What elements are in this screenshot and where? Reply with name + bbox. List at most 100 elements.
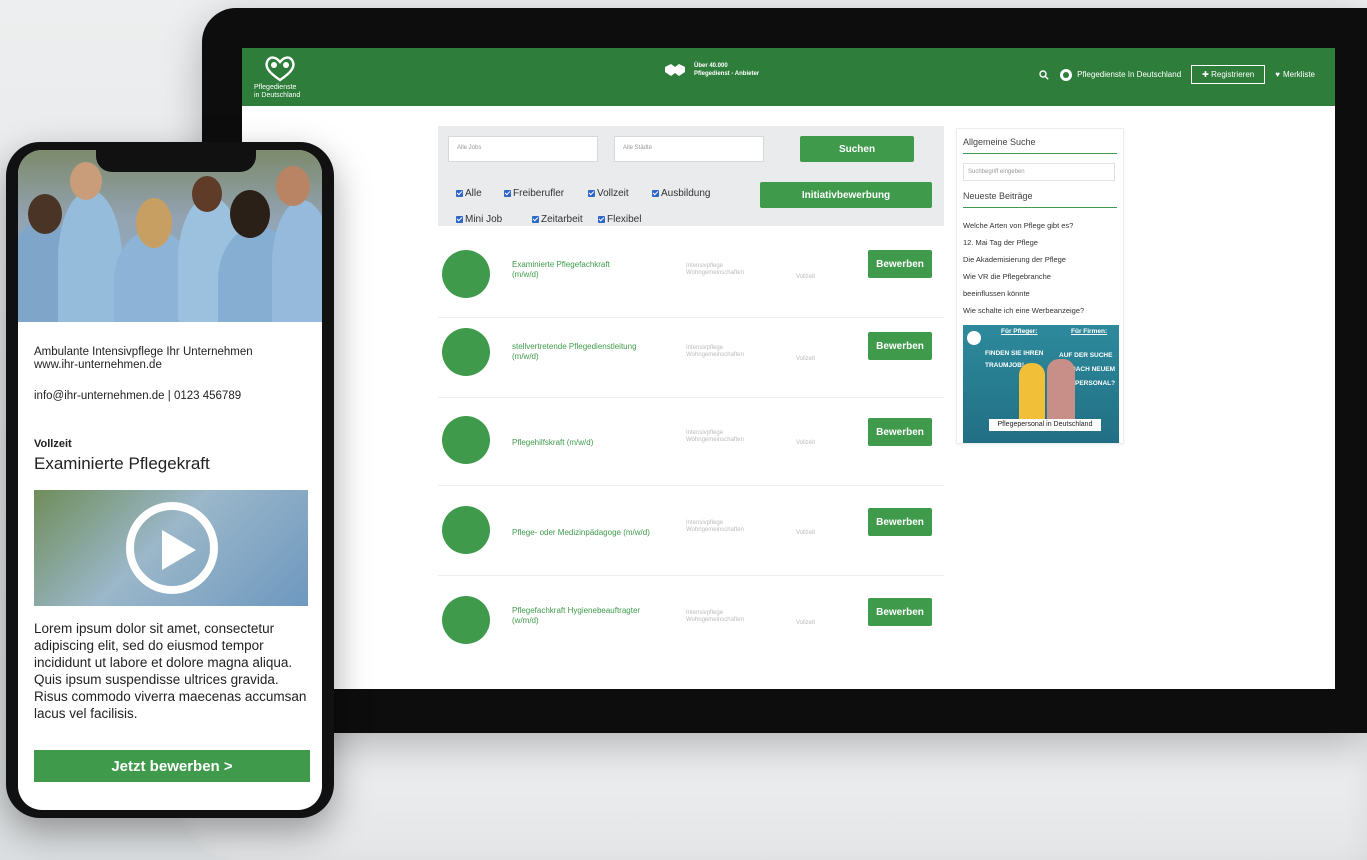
search-button[interactable]: Suchen (800, 136, 914, 162)
filter-label: Vollzeit (597, 188, 629, 199)
filter-ausbildung[interactable]: Ausbildung (652, 188, 710, 199)
logo-line1: Pflegedienste (254, 84, 297, 91)
job-title[interactable]: stellvertretende Pflegedienstleitung (512, 342, 637, 352)
watchlist-link[interactable]: ♥ Merkliste (1275, 70, 1315, 79)
job-category: Wohngemeinschaften (686, 617, 744, 623)
job-title-suffix: (m/w/d) (512, 270, 539, 279)
job-title[interactable]: Pflegehilfskraft (m/w/d) (512, 438, 593, 448)
phone-frame: Ambulante Intensivpflege Ihr Unternehmen… (6, 142, 334, 818)
job-category: Wohngemeinschaften (686, 527, 744, 533)
job-title-suffix: (m/w/d) (512, 352, 539, 361)
job-category: Intensivpflege (686, 345, 724, 351)
ad-right-text: PERSONAL? (1075, 380, 1116, 387)
job-avatar (442, 328, 490, 376)
filter-alle[interactable]: Alle (456, 188, 482, 199)
filter-minijob[interactable]: Mini Job (456, 214, 502, 225)
job-type-label: Vollzeit (34, 438, 72, 450)
job-title-heading: Examinierte Pflegekraft (34, 454, 210, 473)
site-logo[interactable]: Pflegedienste in Deutschland (254, 54, 324, 102)
jobs-input[interactable]: Alle Jobs (448, 136, 598, 162)
checkbox-icon (588, 190, 595, 197)
sidebar-search-input[interactable]: Suchbegriff eingeben (963, 163, 1115, 181)
checkbox-icon (598, 216, 605, 223)
advertisement-banner[interactable]: Für Pfleger: Für Firmen: FINDEN SIE IHRE… (963, 325, 1119, 443)
job-description: Lorem ipsum dolor sit amet, consectetur … (34, 621, 307, 721)
job-row[interactable]: Examinierte Pflegefachkraft (m/w/d) Inte… (438, 238, 944, 318)
brand-link[interactable]: Pflegedienste In Deutschland (1077, 70, 1181, 79)
filter-zeitarbeit[interactable]: Zeitarbeit (532, 214, 583, 225)
filter-label: Flexibel (607, 214, 642, 225)
job-row[interactable]: Pflege- oder Medizinpädagoge (m/w/d) Int… (438, 496, 944, 576)
heart-hands-icon (265, 56, 295, 82)
hero-image (18, 150, 322, 322)
center-line1: Über 40.000 (694, 63, 728, 69)
filter-flexibel[interactable]: Flexibel (598, 214, 641, 225)
apply-button[interactable]: Bewerben (868, 418, 932, 446)
checkbox-icon (456, 190, 463, 197)
checkbox-icon (652, 190, 659, 197)
sidebar: Allgemeine Suche Suchbegriff eingeben Ne… (956, 128, 1124, 444)
search-icon[interactable] (1039, 69, 1049, 80)
handshake-icon (665, 64, 685, 76)
job-title[interactable]: Pflege- oder Medizinpädagoge (m/w/d) (512, 528, 650, 538)
apply-button[interactable]: Bewerben (868, 508, 932, 536)
job-avatar (442, 506, 490, 554)
job-category: Intensivpflege (686, 610, 724, 616)
post-link[interactable]: Wie VR die Pflegebranche (963, 272, 1051, 281)
filter-label: Ausbildung (661, 188, 711, 199)
post-link[interactable]: Wie schalte ich eine Werbeanzeige? (963, 306, 1084, 315)
checkbox-icon (504, 190, 511, 197)
job-category: Intensivpflege (686, 263, 724, 269)
ad-right-text: NACH NEUEM (1071, 366, 1116, 373)
center-line2: Pflegedienst - Anbieter (694, 71, 760, 77)
register-button[interactable]: ✚ Registrieren (1191, 65, 1266, 84)
divider (963, 153, 1117, 154)
apply-button[interactable]: Bewerben (868, 598, 932, 626)
filter-vollzeit[interactable]: Vollzeit (588, 188, 629, 199)
monitor-chin (202, 690, 1367, 733)
ad-left-text: TRAUMJOB! (985, 362, 1024, 369)
job-avatar (442, 250, 490, 298)
job-title[interactable]: Pflegefachkraft Hygienebeauftragter (512, 606, 640, 616)
post-link[interactable]: Die Akademisierung der Pflege (963, 255, 1066, 264)
filter-freiberufler[interactable]: Freiberufler (504, 188, 564, 199)
ad-for-companies: Für Firmen: (1071, 328, 1108, 335)
general-search-heading: Allgemeine Suche (963, 137, 1036, 147)
cities-input[interactable]: Alle Städte (614, 136, 764, 162)
job-category: Wohngemeinschaften (686, 270, 744, 276)
initiative-button[interactable]: Initiativbewerbung (760, 182, 932, 208)
ad-caption: Pflegepersonal in Deutschland (989, 419, 1101, 431)
filter-label: Alle (465, 188, 482, 199)
job-row[interactable]: Pflegefachkraft Hygienebeauftragter (w/m… (438, 584, 944, 664)
job-row[interactable]: Pflegehilfskraft (m/w/d) Intensivpflege W… (438, 406, 944, 486)
job-type: Vollzeit (796, 356, 816, 362)
heart-icon: ♥ (1275, 70, 1280, 79)
job-category: Wohngemeinschaften (686, 437, 744, 443)
company-website[interactable]: www.ihr-unternehmen.de (34, 359, 253, 372)
ad-left-text: FINDEN SIE IHREN (985, 350, 1044, 357)
post-link[interactable]: 12. Mai Tag der Pflege (963, 238, 1038, 247)
play-icon[interactable] (162, 530, 196, 570)
contact-line[interactable]: info@ihr-unternehmen.de | 0123 456789 (34, 390, 241, 402)
company-name: Ambulante Intensivpflege Ihr Unternehmen (34, 346, 253, 358)
job-type: Vollzeit (796, 620, 816, 626)
company-info: Ambulante Intensivpflege Ihr Unternehmen… (34, 346, 253, 372)
job-category: Wohngemeinschaften (686, 352, 744, 358)
watchlist-label: Merkliste (1282, 70, 1315, 79)
job-search-panel: Alle Jobs Alle Städte Suchen Alle Freibe… (438, 126, 944, 226)
ad-for-carers: Für Pfleger: (1001, 328, 1038, 335)
apply-button[interactable]: Bewerben (868, 250, 932, 278)
plus-icon: ✚ (1202, 70, 1209, 79)
video-player[interactable] (34, 490, 308, 606)
latest-posts-heading: Neueste Beiträge (963, 191, 1033, 201)
post-link[interactable]: Welche Arten von Pflege gibt es? (963, 221, 1073, 230)
job-avatar (442, 596, 490, 644)
job-title[interactable]: Examinierte Pflegefachkraft (512, 260, 610, 270)
globe-logo-icon (1060, 68, 1073, 81)
post-link-continued[interactable]: beeinflussen könnte (963, 289, 1030, 298)
job-avatar (442, 416, 490, 464)
ad-person-image (1019, 363, 1045, 427)
apply-button[interactable]: Bewerben (868, 332, 932, 360)
apply-now-button[interactable]: Jetzt bewerben > (34, 750, 310, 782)
job-row[interactable]: stellvertretende Pflegedienstleitung (m/… (438, 318, 944, 398)
